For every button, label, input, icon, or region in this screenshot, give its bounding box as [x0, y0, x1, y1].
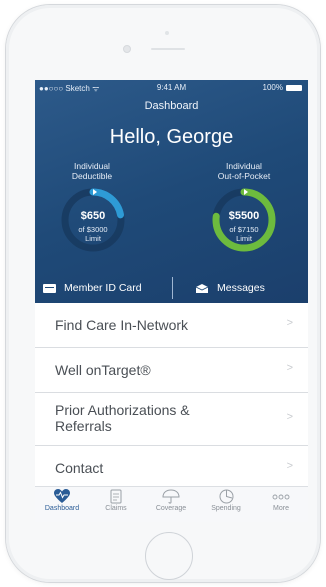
menu-item-find-care[interactable]: Find Care In-Network > [35, 303, 308, 348]
status-bar: ●●○○○ Sketch ᯤ 9:41 AM 100% [35, 83, 308, 95]
page-title: Dashboard [144, 100, 199, 112]
envelope-icon [196, 283, 208, 293]
screen: ●●○○○ Sketch ᯤ 9:41 AM 100% Dashboard He… [35, 80, 308, 522]
menu-list: Find Care In-Network > Well onTarget® > … [35, 303, 308, 491]
tab-label: Claims [105, 505, 127, 512]
tab-bar: Dashboard Claims Coverage Spending More [35, 486, 308, 522]
deductible-label: Individual Deductible [42, 161, 142, 181]
deductible-label-line2: Deductible [71, 171, 113, 181]
messages-button[interactable]: Messages [196, 282, 265, 294]
oop-label-line2: Out-of-Pocket [217, 171, 271, 181]
battery-percent: 100% [262, 83, 283, 92]
oop-gauge[interactable]: $5500 of $7150 Limit [211, 187, 277, 253]
deductible-limit-line1: of $3000 [78, 225, 108, 234]
oop-limit-line2: Limit [236, 234, 252, 243]
deductible-label-line1: Individual [74, 161, 110, 171]
menu-item-well-ontarget[interactable]: Well onTarget® > [35, 348, 308, 393]
phone-frame: ●●○○○ Sketch ᯤ 9:41 AM 100% Dashboard He… [6, 5, 320, 582]
tab-dashboard[interactable]: Dashboard [35, 489, 89, 512]
document-icon [110, 489, 122, 504]
header-actions: Member ID Card Messages [35, 274, 308, 303]
chevron-right-icon: > [286, 362, 293, 374]
earpiece-speaker [151, 48, 185, 50]
oop-amount: $5500 [228, 210, 260, 222]
tab-claims[interactable]: Claims [89, 489, 143, 512]
tab-spending[interactable]: Spending [199, 489, 253, 512]
chevron-right-icon: > [286, 317, 293, 329]
tab-label: More [273, 505, 289, 512]
oop-limit-line1: of $7150 [229, 225, 259, 234]
chevron-right-icon: > [286, 460, 293, 472]
tab-label: Spending [211, 505, 241, 512]
chevron-right-icon: > [286, 411, 293, 423]
status-battery: 100% [263, 83, 302, 92]
oop-limit: of $7150 Limit [211, 225, 277, 243]
menu-item-label: Well onTarget® [55, 362, 151, 378]
dashboard-header: ●●○○○ Sketch ᯤ 9:41 AM 100% Dashboard He… [35, 80, 308, 303]
menu-item-label-line2: Referrals [55, 418, 112, 434]
tab-more[interactable]: More [254, 489, 308, 512]
menu-item-label: Contact [55, 460, 104, 476]
deductible-limit-line2: Limit [85, 234, 101, 243]
front-camera [123, 45, 131, 53]
menu-item-label: Prior Authorizations & Referrals [55, 402, 190, 434]
battery-icon [286, 84, 302, 91]
greeting-text: Hello, George [109, 126, 234, 148]
member-id-label: Member ID Card [64, 282, 142, 294]
oop-label: Individual Out-of-Pocket [194, 161, 294, 181]
oop-label-line1: Individual [226, 161, 262, 171]
deductible-gauge[interactable]: $650 of $3000 Limit [60, 187, 126, 253]
id-card-icon [43, 283, 56, 293]
sensor-dot [165, 31, 169, 35]
messages-label: Messages [217, 282, 265, 294]
deductible-amount: $650 [80, 210, 106, 222]
tab-label: Dashboard [44, 505, 80, 512]
more-dots-icon [272, 494, 290, 500]
actions-divider [172, 277, 173, 299]
menu-item-contact[interactable]: Contact > [35, 446, 308, 491]
deductible-limit: of $3000 Limit [60, 225, 126, 243]
umbrella-icon [162, 489, 180, 504]
menu-item-label: Find Care In-Network [55, 317, 189, 333]
tab-label: Coverage [155, 505, 187, 512]
tab-coverage[interactable]: Coverage [144, 489, 198, 512]
chart-icon [219, 489, 233, 504]
menu-item-prior-authorizations[interactable]: Prior Authorizations & Referrals > [35, 393, 308, 446]
menu-item-label-line1: Prior Authorizations & [55, 402, 190, 418]
home-button[interactable] [145, 532, 193, 580]
heart-pulse-icon [54, 489, 70, 503]
member-id-card-button[interactable]: Member ID Card [43, 282, 142, 294]
